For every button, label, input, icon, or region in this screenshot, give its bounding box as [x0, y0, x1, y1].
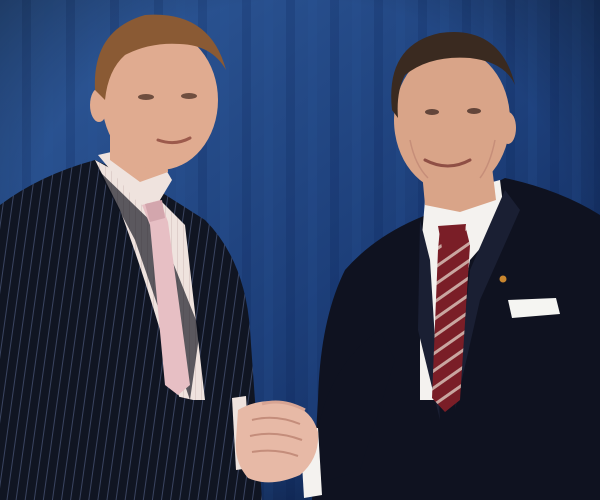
photograph	[0, 0, 600, 500]
photo-canvas	[0, 0, 600, 500]
lapel-pin-icon	[499, 275, 507, 283]
